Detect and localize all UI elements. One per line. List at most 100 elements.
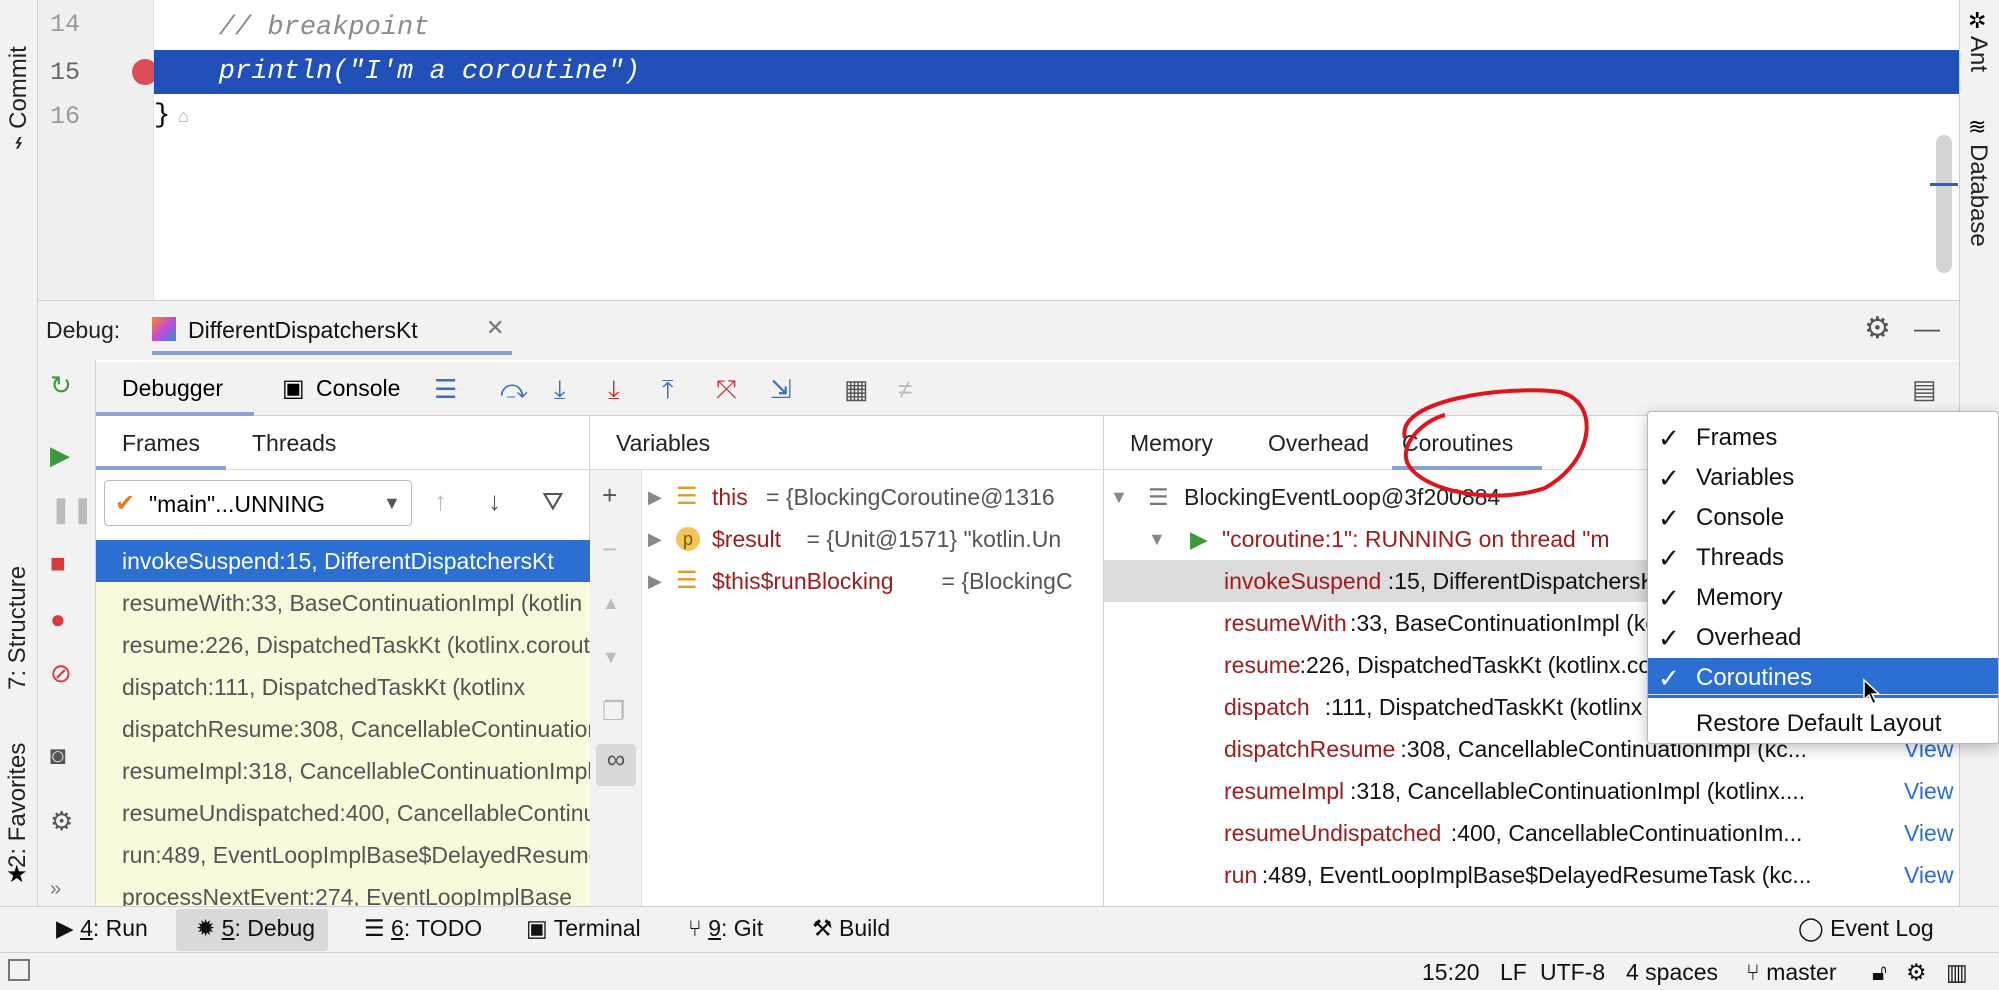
stop-icon[interactable]: ■ xyxy=(50,548,66,578)
run-tool-tab[interactable]: ▶ 4: Run xyxy=(56,915,148,942)
code-line-14[interactable]: // breakpoint xyxy=(154,6,430,50)
git-tool-tab[interactable]: ⑂ 9: Git xyxy=(688,915,763,942)
arrow-up-icon[interactable]: ↑ xyxy=(434,486,447,516)
favorites-tool-tab[interactable]: 2: Favorites xyxy=(4,743,32,868)
structure-tool-tab[interactable]: 7: Structure xyxy=(4,566,32,690)
copy-icon[interactable]: ❐ xyxy=(602,696,625,726)
resume-icon[interactable]: ▶ xyxy=(50,440,70,470)
frame-row[interactable]: run:489, EventLoopImplBase$DelayedResume xyxy=(96,834,590,876)
git-branch[interactable]: ⑂ master xyxy=(1746,959,1837,986)
code-line-15[interactable]: println("I'm a coroutine") xyxy=(154,50,640,94)
more-icon[interactable]: » xyxy=(50,874,61,904)
inspection-icon[interactable]: ⚙ xyxy=(1906,959,1927,986)
evaluate-icon[interactable]: ▦ xyxy=(844,374,869,404)
restore-default-layout-item[interactable]: Restore Default Layout xyxy=(1648,704,1998,744)
debug-config-tab[interactable]: DifferentDispatchersKt ✕ xyxy=(152,313,512,355)
step-over-icon[interactable]: ⤼ xyxy=(500,374,528,404)
frame-row[interactable]: resumeImpl:318, CancellableContinuationI… xyxy=(96,750,590,792)
step-into-icon[interactable]: ⤓ xyxy=(554,374,566,404)
commit-tool-tab[interactable]: ⌁ Commit xyxy=(4,46,33,150)
view-link[interactable]: View xyxy=(1900,770,1954,812)
line-separator[interactable]: LF xyxy=(1500,959,1527,986)
build-tool-tab[interactable]: ⚒ Build xyxy=(812,915,890,942)
coroutine-frame-row[interactable]: processNextEvent:274, EventLoopImplBase … xyxy=(1104,896,1959,906)
frame-row[interactable]: resumeWith:33, BaseContinuationImpl (kot… xyxy=(96,582,590,624)
layout-menu-item-overhead[interactable]: ✓ Overhead xyxy=(1648,618,1998,658)
ant-tool-tab[interactable]: Ant xyxy=(1964,36,1992,72)
step-out-icon[interactable]: ⤒ xyxy=(662,374,674,404)
coroutine-frame-row[interactable]: run:489, EventLoopImplBase$DelayedResume… xyxy=(1104,854,1959,896)
variable-row[interactable]: ▶ ☰ $this$runBlocking = {BlockingC xyxy=(642,560,1104,602)
variable-row[interactable]: ▶ p $result = {Unit@1571} "kotlin.Un xyxy=(642,518,1104,560)
trace-icon[interactable]: ≠ xyxy=(898,374,912,404)
view-link[interactable]: View xyxy=(1900,812,1954,854)
collapse-arrow-icon[interactable]: ▼ xyxy=(1110,476,1128,518)
glasses-icon[interactable]: ∞ xyxy=(596,744,636,786)
gear-icon[interactable]: ⚙ xyxy=(1864,311,1891,346)
fold-icon[interactable]: ⌂ xyxy=(178,106,189,127)
move-down-icon[interactable]: ▼ xyxy=(602,642,620,672)
run-to-cursor-icon[interactable]: ⇲ xyxy=(770,374,792,404)
arrow-down-icon[interactable]: ↓ xyxy=(488,486,501,516)
file-encoding[interactable]: UTF-8 xyxy=(1540,959,1605,986)
caret-position[interactable]: 15:20 xyxy=(1422,959,1480,986)
frame-row[interactable]: dispatchResume:308, CancellableContinuat… xyxy=(96,708,590,750)
debug-tool-tab[interactable]: ✹ 5: Debug xyxy=(196,915,315,942)
editor-scrollbar[interactable] xyxy=(1936,135,1952,273)
memory-indicator-icon[interactable]: ▥ xyxy=(1946,959,1968,986)
threads-tab[interactable]: Threads xyxy=(252,430,336,457)
collapse-arrow-icon[interactable]: ▼ xyxy=(1148,518,1166,560)
database-tool-tab[interactable]: Database xyxy=(1964,144,1992,247)
move-up-icon[interactable]: ▲ xyxy=(602,588,620,618)
layout-settings-icon[interactable]: ▤ xyxy=(1912,374,1937,404)
coroutine-frame-row[interactable]: resumeImpl:318, CancellableContinuationI… xyxy=(1104,770,1959,812)
todo-tool-tab[interactable]: ☰ 6: TODO xyxy=(364,915,482,942)
mute-breakpoints-icon[interactable]: ⊘ xyxy=(50,658,72,688)
layout-menu-item-threads[interactable]: ✓ Threads xyxy=(1648,538,1998,578)
expand-arrow-icon[interactable]: ▶ xyxy=(648,560,662,602)
view-breakpoints-icon[interactable]: ● xyxy=(50,604,66,634)
indent-setting[interactable]: 4 spaces xyxy=(1626,959,1718,986)
drop-frame-icon[interactable]: ⤧ xyxy=(716,374,737,404)
frame-row[interactable]: processNextEvent:274, EventLoopImplBase xyxy=(96,876,590,906)
add-watch-icon[interactable]: + xyxy=(602,480,617,510)
force-step-into-icon[interactable]: ⤓ xyxy=(608,374,620,404)
pause-icon[interactable]: ❚❚ xyxy=(50,494,94,524)
console-tab[interactable]: Console xyxy=(316,375,400,402)
frame-row[interactable]: resume:226, DispatchedTaskKt (kotlinx.co… xyxy=(96,624,590,666)
frame-row[interactable]: dispatch:111, DispatchedTaskKt (kotlinx xyxy=(96,666,590,708)
list-icon[interactable]: ☰ xyxy=(434,374,457,404)
layout-menu-item-memory[interactable]: ✓ Memory xyxy=(1648,578,1998,618)
rerun-icon[interactable]: ↻ xyxy=(50,370,72,400)
camera-icon[interactable]: ◙ xyxy=(50,740,66,770)
filter-icon[interactable]: ⛛ xyxy=(542,486,564,516)
overhead-tab[interactable]: Overhead xyxy=(1268,430,1369,457)
remove-watch-icon[interactable]: − xyxy=(602,534,617,564)
variables-tab[interactable]: Variables xyxy=(616,430,710,457)
layout-menu-item-console[interactable]: ✓ Console xyxy=(1648,498,1998,538)
event-log-tool-tab[interactable]: ◯ Event Log xyxy=(1798,915,1934,942)
thread-select[interactable]: ✔ "main"...UNNING ▼ xyxy=(104,480,412,526)
layout-menu-item-frames[interactable]: ✓ Frames xyxy=(1648,418,1998,458)
frames-tab[interactable]: Frames xyxy=(96,416,226,470)
branch-name: master xyxy=(1766,959,1837,985)
layout-menu-item-coroutines[interactable]: ✓ Coroutines xyxy=(1648,658,1998,698)
lock-icon[interactable]: 🔓︎ xyxy=(1872,959,1887,986)
debugger-tab[interactable]: Debugger xyxy=(96,362,254,416)
memory-tab[interactable]: Memory xyxy=(1130,430,1213,457)
expand-arrow-icon[interactable]: ▶ xyxy=(648,476,662,518)
toggle-tool-windows-icon[interactable] xyxy=(8,959,30,981)
view-link[interactable]: View xyxy=(1900,854,1954,896)
code-line-16[interactable]: } xyxy=(154,94,170,138)
frame-row[interactable]: resumeUndispatched:400, CancellableConti… xyxy=(96,792,590,834)
frame-row[interactable]: invokeSuspend:15, DifferentDispatchersKt xyxy=(96,540,590,582)
terminal-tool-tab[interactable]: ▣ Terminal xyxy=(526,915,641,942)
settings-icon[interactable]: ⚙ xyxy=(50,806,73,836)
close-tab-icon[interactable]: ✕ xyxy=(486,315,504,341)
variable-row[interactable]: ▶ ☰ this = {BlockingCoroutine@1316 xyxy=(642,476,1104,518)
coroutine-frame-row[interactable]: resumeUndispatched:400, CancellableConti… xyxy=(1104,812,1959,854)
menu-item-label: Memory xyxy=(1696,584,1783,611)
expand-arrow-icon[interactable]: ▶ xyxy=(648,518,662,560)
minimize-icon[interactable]: — xyxy=(1914,313,1940,344)
layout-menu-item-variables[interactable]: ✓ Variables xyxy=(1648,458,1998,498)
